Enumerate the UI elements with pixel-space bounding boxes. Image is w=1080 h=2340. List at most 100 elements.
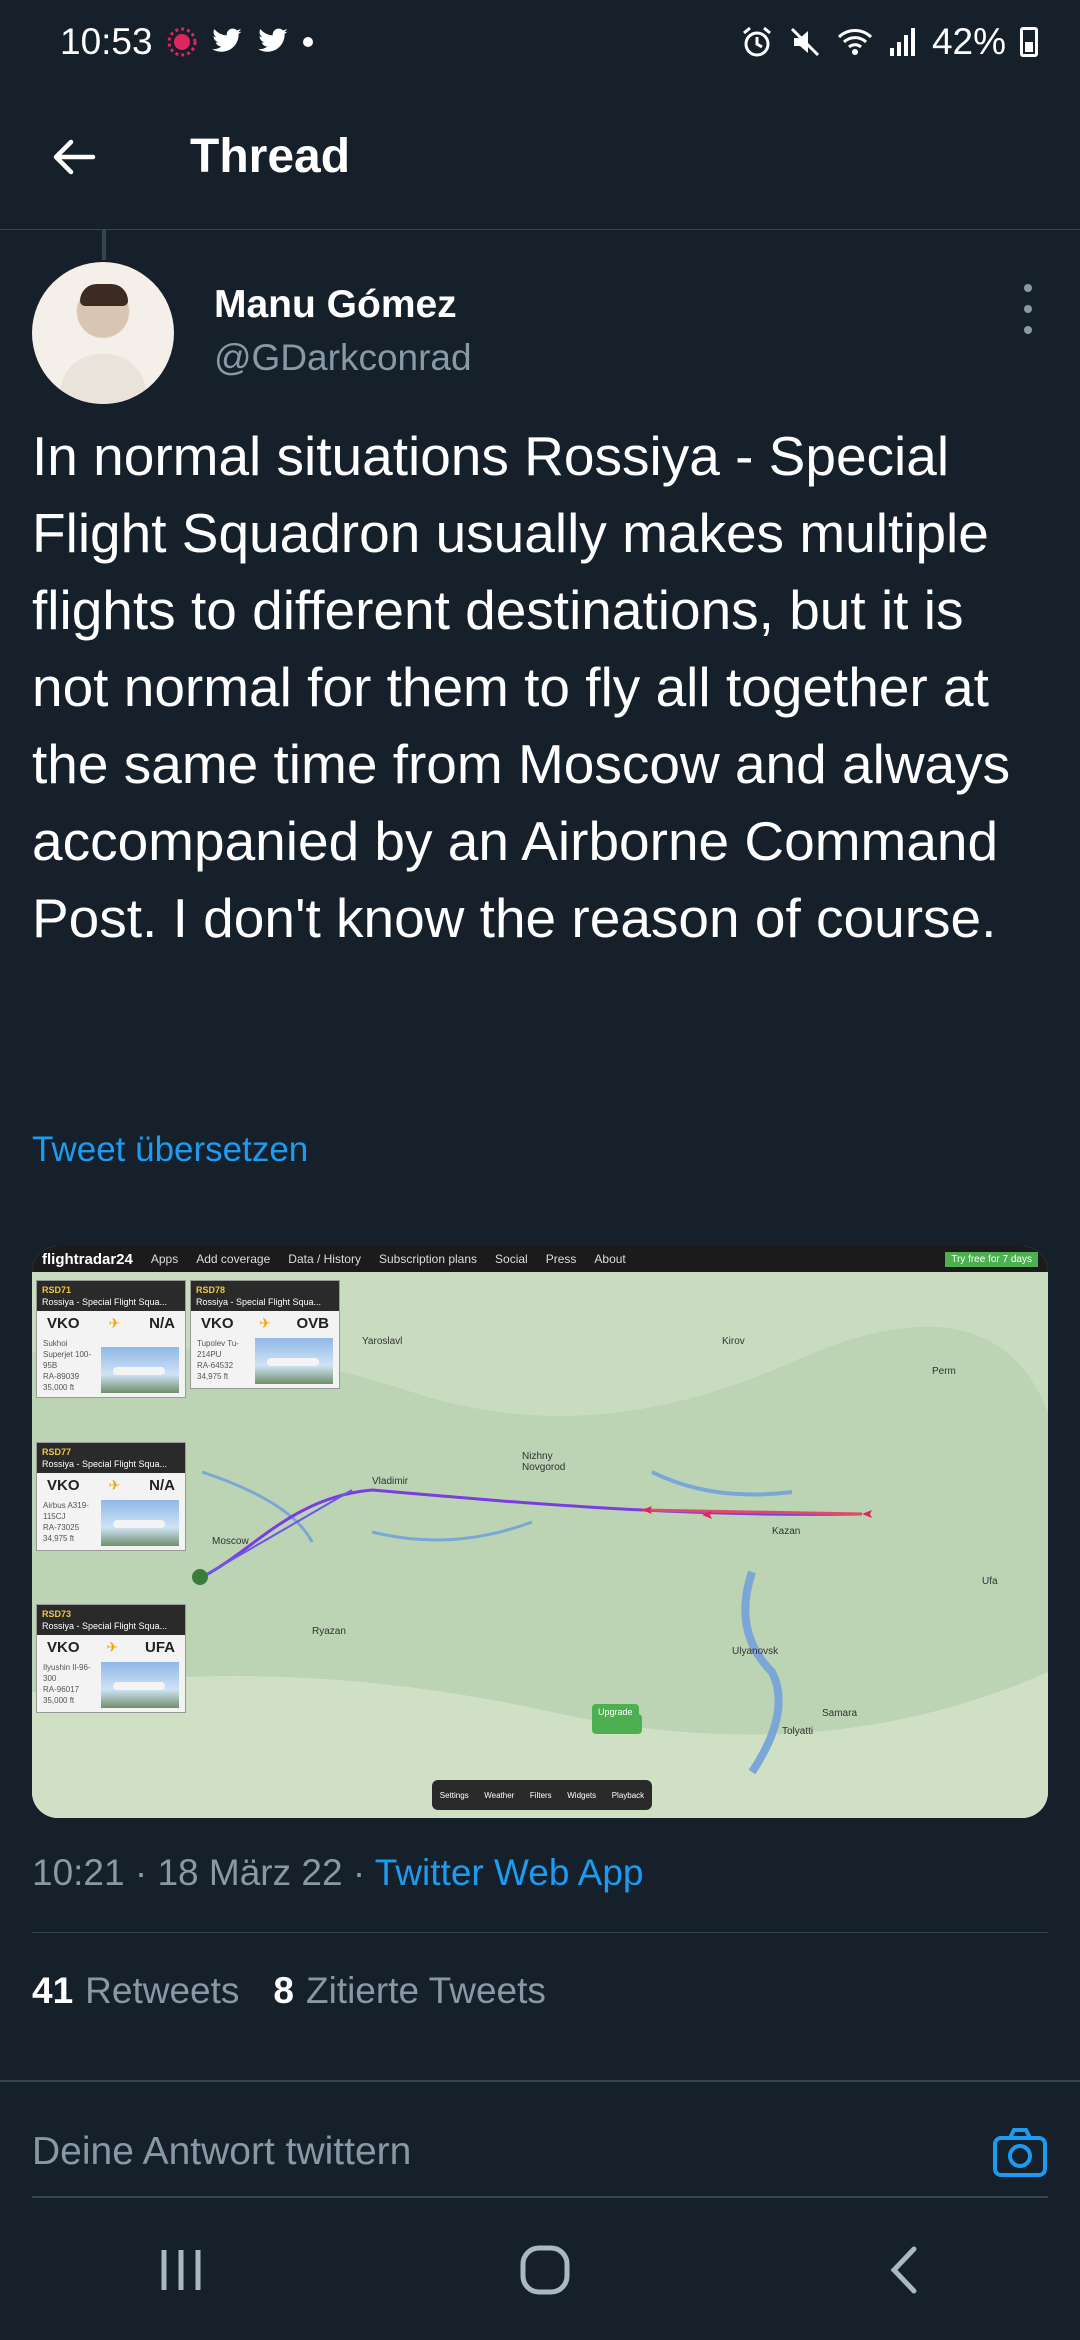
tweet-text: In normal situations Rossiya - Special F… [32, 425, 1011, 949]
divider [0, 2080, 1080, 2082]
registration: RA-89039 [43, 1372, 80, 1381]
fr-menu-item: Data / History [288, 1252, 361, 1266]
back-button[interactable] [14, 97, 134, 217]
signal-icon [889, 28, 915, 56]
fr-bottom-toolbar: Settings Weather Filters Widgets Playbac… [432, 1780, 652, 1810]
flightradar-topbar: flightradar24 Apps Add coverage Data / H… [32, 1246, 1048, 1272]
reply-composer[interactable]: Deine Antwort twittern [32, 2110, 1048, 2194]
aircraft-type: Tupolev Tu-214PU [197, 1339, 239, 1359]
author-info[interactable]: Manu Gómez @GDarkconrad [214, 262, 472, 408]
quotes-count: 8 [273, 1970, 294, 2011]
fr-menu-item: Subscription plans [378, 1252, 478, 1266]
plane-icon: ✈ [259, 1315, 271, 1331]
fr-toolbar-item: Weather [484, 1790, 515, 1800]
aircraft-type: Sukhoi Superjet 100-95B [43, 1339, 92, 1370]
back-nav-icon[interactable] [884, 2245, 924, 2295]
flight-airline: Rossiya - Special Flight Squa... [42, 1459, 168, 1469]
aircraft-photo [101, 1500, 179, 1546]
fr-upgrade-button: Upgrade [592, 1704, 639, 1720]
author-name[interactable]: Manu Gómez [214, 280, 472, 330]
flight-airline: Rossiya - Special Flight Squa... [42, 1297, 168, 1307]
map-city-label: Kirov [722, 1336, 745, 1347]
tweet-author-row: Manu Gómez @GDarkconrad [32, 262, 1048, 408]
reply-underline [32, 2196, 1048, 2198]
flight-airline: Rossiya - Special Flight Squa... [42, 1621, 168, 1631]
map-city-label: Ryazan [312, 1626, 346, 1637]
aircraft-photo [101, 1347, 179, 1393]
flight-code: RSD77 [42, 1447, 72, 1457]
divider [32, 1932, 1048, 1933]
home-icon[interactable] [519, 2244, 571, 2296]
aircraft-photo [255, 1338, 333, 1384]
tweet-stats-row: 41 Retweets 8 Zitierte Tweets [32, 1970, 546, 2012]
fr-menu-item: Social [495, 1252, 528, 1266]
flight-card: RSD77 Rossiya - Special Flight Squa... VK… [36, 1442, 186, 1551]
more-notifications-dot [302, 37, 313, 47]
page-title: Thread [190, 130, 351, 183]
alarm-icon [742, 26, 771, 57]
quotes-label: Zitierte Tweets [305, 1970, 546, 2011]
app-header: Thread [0, 84, 1080, 230]
retweets-stat[interactable]: 41 Retweets [32, 1970, 239, 2012]
fr-menu-item: Press [545, 1252, 577, 1266]
flight-card: RSD73 Rossiya - Special Flight Squa... VK… [36, 1604, 186, 1713]
aircraft-type: Airbus A319-115CJ [43, 1501, 89, 1521]
reply-input[interactable]: Deine Antwort twittern [32, 2130, 411, 2174]
map-city-label: Vladimir [372, 1476, 409, 1487]
translate-tweet-link[interactable]: Tweet übersetzen [32, 1130, 308, 1170]
tweet-media-image[interactable]: flightradar24 Apps Add coverage Data / H… [32, 1246, 1048, 1818]
map-city-label: Tolyatti [782, 1726, 814, 1737]
camera-icon[interactable] [992, 2126, 1048, 2178]
map-city-label: Samara [822, 1708, 858, 1719]
twitter-icon [257, 28, 288, 52]
status-bar: 10:53 42% [0, 0, 1080, 84]
map-city-label: Moscow [212, 1536, 249, 1547]
altitude: 35,000 ft [43, 1383, 75, 1392]
tweet-timestamp-row: 10:21 · 18 März 22 · Twitter Web App [32, 1852, 644, 1894]
mute-icon [790, 27, 819, 57]
fr-menu-item: Apps [150, 1252, 179, 1266]
map-city-label: Nizhny Novgorod [522, 1451, 566, 1473]
system-nav-bar [0, 2200, 1080, 2340]
retweets-count: 41 [32, 1970, 74, 2011]
plane-icon: ✈ [108, 1315, 121, 1331]
status-time: 10:53 [60, 21, 153, 62]
registration: RA-64532 [197, 1361, 234, 1370]
flight-card: RSD71 Rossiya - Special Flight Squa... VK… [36, 1280, 186, 1398]
notification-icon [167, 27, 197, 57]
thread-connector-line [102, 230, 106, 260]
recent-apps-icon[interactable] [156, 2248, 206, 2292]
tweet-timestamp: 10:21 · 18 März 22 · [32, 1852, 375, 1893]
registration: RA-96017 [43, 1685, 80, 1694]
map-city-label: Yaroslavl [362, 1336, 403, 1347]
fr-menu-item: Add coverage [196, 1252, 271, 1266]
avatar[interactable] [32, 262, 174, 404]
altitude: 34,975 ft [43, 1534, 75, 1543]
destination-code: UFA [145, 1639, 175, 1656]
map-city-label: Kazan [772, 1526, 801, 1537]
flightradar-logo: flightradar24 [42, 1250, 133, 1268]
fr-toolbar-item: Settings [439, 1790, 469, 1800]
flight-code: RSD73 [42, 1609, 72, 1619]
more-options-icon[interactable] [1018, 284, 1038, 334]
fr-menu-item: About [594, 1252, 626, 1266]
author-handle[interactable]: @GDarkconrad [214, 330, 472, 386]
fr-toolbar-item: Widgets [567, 1790, 597, 1800]
flight-code: RSD78 [196, 1285, 226, 1295]
destination-code: N/A [149, 1315, 175, 1332]
origin-code: VKO [47, 1315, 80, 1332]
fr-try-button: Try free for 7 days [945, 1251, 1038, 1267]
fr-toolbar-item: Playback [611, 1790, 645, 1800]
twitter-icon [211, 28, 242, 52]
flight-airline: Rossiya - Special Flight Squa... [196, 1297, 322, 1307]
aircraft-type: Ilyushin Il-96-300 [43, 1663, 91, 1683]
destination-code: N/A [149, 1477, 175, 1494]
quote-tweets-stat[interactable]: 8 Zitierte Tweets [273, 1970, 545, 2012]
origin-code: VKO [47, 1639, 80, 1656]
tweet-source-link[interactable]: Twitter Web App [375, 1852, 644, 1893]
plane-icon: ✈ [106, 1639, 119, 1655]
fr-toolbar-item: Filters [529, 1790, 552, 1800]
map-city-label: Ulyanovsk [732, 1646, 779, 1657]
aircraft-photo [101, 1662, 179, 1708]
origin-code: VKO [201, 1315, 234, 1332]
